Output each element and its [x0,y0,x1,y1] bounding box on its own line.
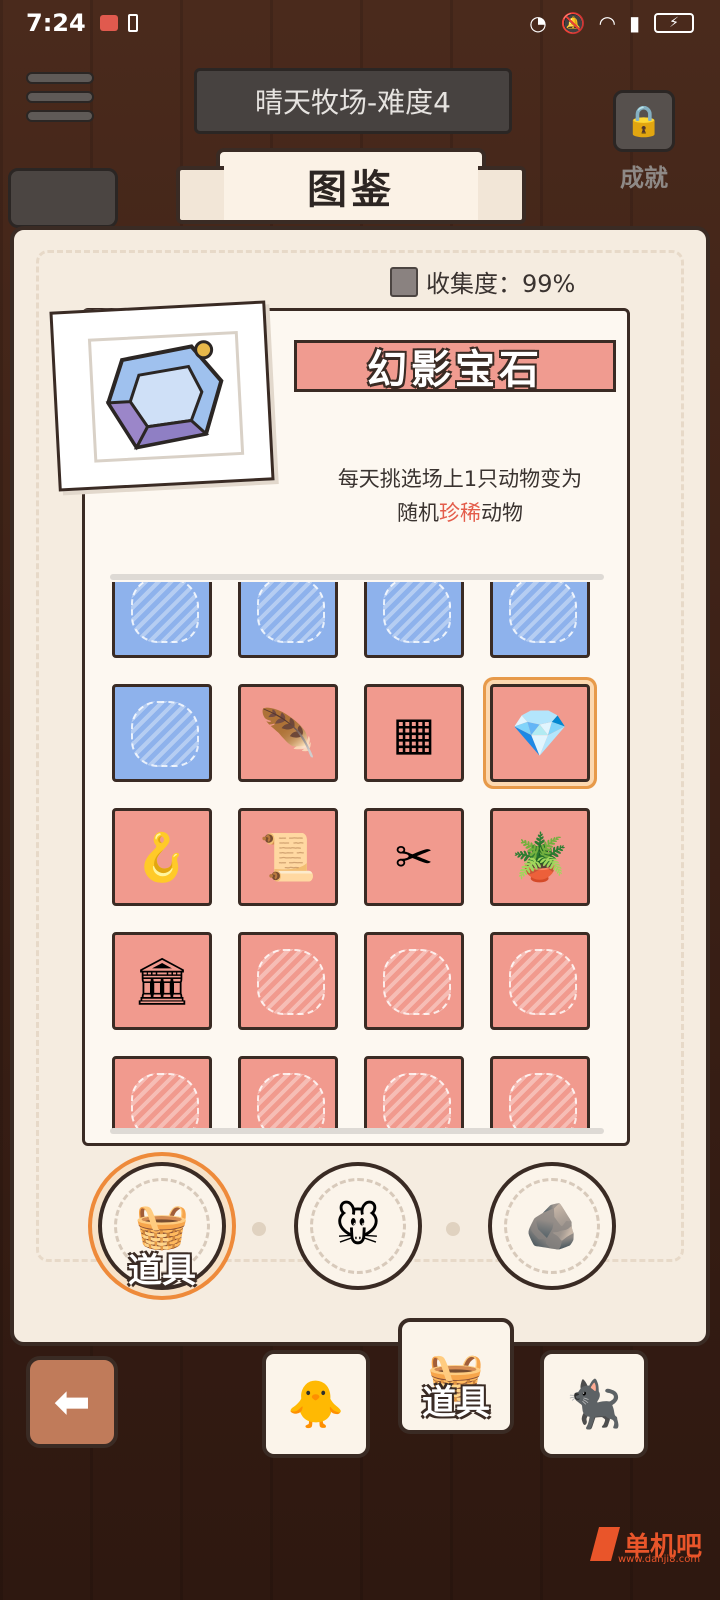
watermark: 单机吧 www.danji8.com [590,1514,710,1574]
grid-cell[interactable]: ▦ [364,684,464,782]
level-title: 晴天牧场-难度4 [194,68,512,134]
grid-cell[interactable]: 💎 [490,684,590,782]
grid-cell[interactable]: 🪴 [490,808,590,906]
divider [110,574,604,580]
item-grid-viewport[interactable]: 🪶 ▦ 💎 🪝 📜 ✂ 🪴 🏛 [100,582,610,1130]
grid-cell[interactable] [238,1056,338,1130]
hanger-icon: 🪝 [133,829,191,884]
menu-line [26,110,94,122]
unknown-silhouette-icon [383,1073,451,1130]
grid-cell[interactable] [490,932,590,1030]
watermark-url: www.danji8.com [618,1554,701,1565]
unknown-silhouette-icon [383,949,451,1015]
bottom-tab-chick[interactable]: 🐥 [262,1350,370,1458]
grid-cell[interactable]: 🪝 [112,808,212,906]
item-grid: 🪶 ▦ 💎 🪝 📜 ✂ 🪴 🏛 [112,582,590,1130]
separator-dot [446,1222,460,1236]
wifi-icon: ◠ [599,11,615,35]
status-bar: 7:24 ◔ 🔕 ◠ ▮ ⚡ [0,0,720,46]
stones-icon: 🪨 [504,1178,600,1274]
unknown-silhouette-icon [383,582,451,643]
unknown-silhouette-icon [257,582,325,643]
grid-cell[interactable]: ✂ [364,808,464,906]
tray-icon: ▦ [392,706,436,760]
grid-cell[interactable] [364,932,464,1030]
plant-jar-icon: 🪴 [511,829,569,884]
category-tab-animals[interactable]: 🐭 [294,1162,422,1290]
grid-cell[interactable] [364,582,464,658]
battery-saver-icon [127,14,138,32]
grid-cell[interactable]: 📜 [238,808,338,906]
unknown-silhouette-icon [131,701,199,767]
desc-line-2: 随机珍稀动物 [290,496,630,530]
achievement-label: 成就 [620,164,668,192]
gem-icon: 💎 [511,705,569,760]
grid-cell[interactable]: 🪶 [238,684,338,782]
item-description: 每天挑选场上1只动物变为 随机珍稀动物 [290,462,630,530]
menu-line [26,91,94,103]
category-tab-label: 道具 [128,1251,196,1291]
gem-icon [105,340,224,451]
desc-prefix: 随机 [397,501,439,525]
desc-line-1: 每天挑选场上1只动物变为 [337,467,583,491]
back-arrow-icon: ⬅ [53,1376,91,1428]
bottom-tab-cat[interactable]: 🐈‍⬛ [540,1350,648,1458]
grid-cell[interactable] [112,1056,212,1130]
hamster-icon: 🐭 [310,1178,406,1274]
category-tab-items[interactable]: 🧺 道具 [98,1162,226,1291]
status-time: 7:24 [26,9,86,37]
grid-cell[interactable] [490,582,590,658]
unknown-silhouette-icon [509,582,577,643]
grid-cell[interactable] [238,932,338,1030]
watermark-logo-icon [590,1527,620,1561]
book-title: 图鉴 [176,148,526,224]
unknown-silhouette-icon [131,1073,199,1130]
scroll-icon: 📜 [259,829,317,884]
achievement-button[interactable]: 🔒 成就 [594,90,694,200]
app-notification-icon [99,15,118,31]
back-button[interactable]: ⬅ [26,1356,118,1448]
unknown-silhouette-icon [257,1073,325,1130]
item-preview-card [49,300,275,492]
grid-cell[interactable] [238,582,338,658]
grid-cell[interactable] [364,1056,464,1130]
grid-cell[interactable] [112,684,212,782]
battery-icon: ⚡ [654,13,694,33]
lock-icon: 🔒 [613,90,675,152]
scroll-decoration [8,168,118,228]
unknown-silhouette-icon [509,1073,577,1130]
item-preview-frame [87,330,245,463]
desc-suffix: 动物 [481,501,523,525]
unknown-silhouette-icon [131,582,199,643]
chick-icon: 🐥 [287,1376,345,1431]
bottom-tab-label: 道具 [422,1383,490,1423]
collection-label: 收集度：99% [426,270,576,298]
bottom-tab-items[interactable]: 🧺 道具 [398,1318,514,1434]
scissors-icon: ✂ [394,830,434,884]
grid-cell[interactable] [490,1056,590,1130]
grid-bottom-edge [110,1128,604,1134]
separator-dot [252,1222,266,1236]
grid-cell[interactable]: 🏛 [112,932,212,1030]
mute-icon: 🔕 [560,11,586,35]
unknown-silhouette-icon [509,949,577,1015]
book-icon [390,266,418,297]
menu-button[interactable] [22,66,98,128]
rare-highlight: 珍稀 [439,501,481,525]
item-name: 幻影宝石 [294,340,616,393]
sim-alert-icon: ▮ [628,11,640,35]
collection-progress: 收集度：99% [390,264,575,299]
birdcage-icon: 🏛 [132,953,192,1008]
feather-icon: 🪶 [259,705,317,760]
grid-cell[interactable] [112,582,212,658]
speed-icon: ◔ [529,11,547,35]
menu-line [26,72,94,84]
category-tab-terrain[interactable]: 🪨 [488,1162,616,1290]
unknown-silhouette-icon [257,949,325,1015]
cat-icon: 🐈‍⬛ [565,1376,623,1431]
